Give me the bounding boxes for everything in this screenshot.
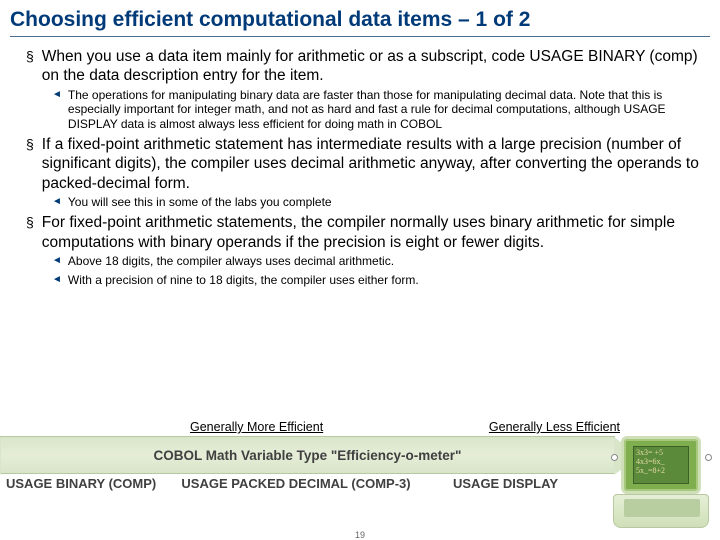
meter-bar: COBOL Math Variable Type "Efficiency-o-m… — [0, 436, 615, 474]
arrow-left-icon — [0, 437, 1, 475]
page-number: 19 — [0, 530, 720, 540]
sub-bullet-item: ◄ You will see this in some of the labs … — [52, 195, 706, 209]
arrow-bullet-icon: ◄ — [52, 274, 62, 286]
meter-category-binary: USAGE BINARY (COMP) — [6, 476, 181, 491]
laptop-screen-content: 3x3= +5 4x3=6x_ 5x_=8+2 — [633, 446, 689, 484]
sub-bullet-item: ◄ The operations for manipulating binary… — [52, 88, 706, 131]
bullet-text: When you use a data item mainly for arit… — [42, 47, 706, 86]
meter-category-display: USAGE DISPLAY — [411, 476, 600, 491]
bullet-item: § When you use a data item mainly for ar… — [26, 47, 706, 86]
bullet-item: § For fixed-point arithmetic statements,… — [26, 213, 706, 252]
title-underline — [10, 36, 710, 37]
sub-bullet-text: The operations for manipulating binary d… — [68, 88, 706, 131]
square-bullet-icon: § — [26, 135, 34, 155]
meter-title: COBOL Math Variable Type "Efficiency-o-m… — [154, 448, 462, 463]
meter-right-label: Generally Less Efficient — [489, 420, 620, 434]
sub-bullet-item: ◄ Above 18 digits, the compiler always u… — [52, 254, 706, 268]
bullet-item: § If a fixed-point arithmetic statement … — [26, 135, 706, 193]
meter-left-label: Generally More Efficient — [190, 420, 323, 434]
laptop-eye-icon — [705, 454, 712, 461]
content-area: § When you use a data item mainly for ar… — [0, 47, 720, 287]
square-bullet-icon: § — [26, 47, 34, 67]
sub-bullet-text: With a precision of nine to 18 digits, t… — [68, 273, 419, 287]
arrow-bullet-icon: ◄ — [52, 196, 62, 208]
arrow-bullet-icon: ◄ — [52, 255, 62, 267]
arrow-bullet-icon: ◄ — [52, 89, 62, 101]
sub-bullet-text: Above 18 digits, the compiler always use… — [68, 254, 394, 268]
square-bullet-icon: § — [26, 213, 34, 233]
meter-category-packed: USAGE PACKED DECIMAL (COMP-3) — [181, 476, 411, 491]
bullet-text: For fixed-point arithmetic statements, t… — [42, 213, 706, 252]
bullet-text: If a fixed-point arithmetic statement ha… — [42, 135, 706, 193]
laptop-mascot-icon: 3x3= +5 4x3=6x_ 5x_=8+2 — [609, 436, 714, 528]
laptop-eye-icon — [611, 454, 618, 461]
sub-bullet-item: ◄ With a precision of nine to 18 digits,… — [52, 273, 706, 287]
slide-title: Choosing efficient computational data it… — [0, 0, 720, 34]
sub-bullet-text: You will see this in some of the labs yo… — [68, 195, 332, 209]
